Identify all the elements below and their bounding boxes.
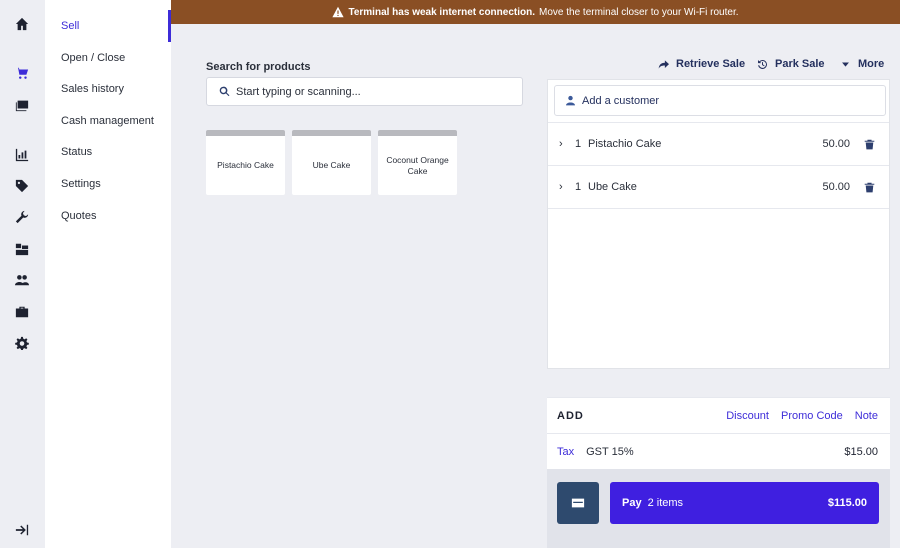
chevron-right-icon[interactable]: › bbox=[559, 138, 569, 150]
cart-icon[interactable] bbox=[13, 64, 31, 82]
subnav-item-label: Quotes bbox=[61, 210, 97, 222]
search-icon bbox=[219, 86, 230, 97]
line-price: 50.00 bbox=[822, 181, 850, 193]
subnav-item-label: Cash management bbox=[61, 115, 154, 127]
subnav-item-label: Status bbox=[61, 146, 93, 158]
share-arrow-icon bbox=[658, 59, 669, 69]
sell-subnav: Sell Open / Close Sales history Cash man… bbox=[45, 0, 171, 548]
add-customer-label: Add a customer bbox=[582, 94, 660, 107]
promo-code-link[interactable]: Promo Code bbox=[781, 410, 843, 422]
gear-icon[interactable] bbox=[13, 334, 31, 352]
subnav-item-status[interactable]: Status bbox=[45, 136, 171, 168]
discount-link[interactable]: Discount bbox=[726, 410, 769, 422]
cash-drawer-button[interactable] bbox=[557, 482, 599, 524]
cart-line-item[interactable]: › 1 Pistachio Cake 50.00 bbox=[548, 122, 889, 165]
line-product-name: Pistachio Cake bbox=[588, 138, 662, 150]
subnav-item-label: Settings bbox=[61, 178, 101, 190]
cart-line-item[interactable]: › 1 Ube Cake 50.00 bbox=[548, 165, 889, 208]
tax-value: $15.00 bbox=[844, 445, 878, 458]
subnav-item-label: Sales history bbox=[61, 83, 124, 95]
warning-icon bbox=[332, 6, 345, 18]
chevron-right-icon[interactable]: › bbox=[559, 181, 569, 193]
add-title: ADD bbox=[557, 409, 584, 422]
line-price: 50.00 bbox=[822, 138, 850, 150]
trash-icon[interactable] bbox=[864, 182, 875, 193]
product-tile-pistachio-cake[interactable]: Pistachio Cake bbox=[206, 130, 285, 195]
subnav-item-settings[interactable]: Settings bbox=[45, 168, 171, 200]
add-customer-field[interactable]: Add a customer bbox=[554, 85, 886, 116]
pay-label: Pay bbox=[622, 497, 642, 509]
pay-item-count: 2 items bbox=[647, 497, 684, 509]
banner-message: Move the terminal closer to your Wi-Fi r… bbox=[539, 6, 739, 18]
park-sale-label: Park Sale bbox=[775, 58, 825, 70]
tag-icon[interactable] bbox=[13, 177, 31, 195]
product-tile-coconut-orange-cake[interactable]: Coconut Orange Cake bbox=[378, 130, 457, 195]
more-button[interactable]: More bbox=[840, 56, 884, 72]
users-icon[interactable] bbox=[13, 271, 31, 289]
pay-total: $115.00 bbox=[827, 497, 867, 509]
park-sale-button[interactable]: Park Sale bbox=[757, 56, 825, 72]
product-tile-ube-cake[interactable]: Ube Cake bbox=[292, 130, 371, 195]
reports-icon[interactable] bbox=[13, 146, 31, 164]
divider bbox=[548, 208, 889, 209]
search-input[interactable] bbox=[236, 85, 516, 98]
tax-link[interactable]: Tax bbox=[557, 446, 574, 458]
subnav-item-cash-management[interactable]: Cash management bbox=[45, 105, 171, 137]
inventory-icon[interactable] bbox=[13, 240, 31, 258]
user-icon bbox=[566, 95, 575, 106]
tax-name: GST 15% bbox=[586, 445, 634, 458]
subnav-item-label: Sell bbox=[61, 20, 80, 32]
line-quantity: 1 bbox=[575, 138, 582, 150]
briefcase-icon[interactable] bbox=[13, 303, 31, 321]
icon-rail bbox=[0, 0, 45, 548]
subnav-item-label: Open / Close bbox=[61, 52, 126, 64]
product-tile-label: Ube Cake bbox=[312, 160, 351, 170]
cart-panel: Add a customer › 1 Pistachio Cake 50.00 … bbox=[547, 79, 890, 369]
trash-icon[interactable] bbox=[864, 139, 875, 150]
subnav-item-sell[interactable]: Sell bbox=[45, 10, 171, 42]
note-link[interactable]: Note bbox=[855, 410, 878, 422]
pay-button[interactable]: Pay 2 items $115.00 bbox=[610, 482, 879, 524]
subnav-item-open-close[interactable]: Open / Close bbox=[45, 42, 171, 74]
subnav-item-sales-history[interactable]: Sales history bbox=[45, 73, 171, 105]
register-icon[interactable] bbox=[13, 96, 31, 114]
retrieve-sale-button[interactable]: Retrieve Sale bbox=[658, 56, 745, 72]
wrench-icon[interactable] bbox=[13, 208, 31, 226]
product-search[interactable] bbox=[206, 77, 523, 106]
pay-area: Pay 2 items $115.00 bbox=[547, 469, 890, 548]
product-tile-label: Pistachio Cake bbox=[217, 160, 274, 170]
line-quantity: 1 bbox=[575, 181, 582, 193]
search-label: Search for products bbox=[206, 61, 311, 73]
banner-title: Terminal has weak internet connection. bbox=[348, 6, 535, 18]
connection-warning-banner: Terminal has weak internet connection. M… bbox=[171, 0, 900, 24]
line-product-name: Ube Cake bbox=[588, 181, 637, 193]
tax-row: Tax GST 15% $15.00 bbox=[547, 433, 890, 469]
home-icon[interactable] bbox=[13, 15, 31, 33]
product-tile-label: Coconut Orange Cake bbox=[386, 154, 449, 176]
collapse-icon[interactable] bbox=[13, 521, 31, 539]
subnav-item-quotes[interactable]: Quotes bbox=[45, 200, 171, 232]
retrieve-sale-label: Retrieve Sale bbox=[676, 58, 746, 70]
caret-down-icon bbox=[842, 61, 849, 67]
add-adjustments-row: ADD Discount Promo Code Note bbox=[547, 397, 890, 433]
card-icon bbox=[571, 498, 585, 508]
history-icon bbox=[758, 59, 767, 69]
more-label: More bbox=[858, 58, 885, 70]
